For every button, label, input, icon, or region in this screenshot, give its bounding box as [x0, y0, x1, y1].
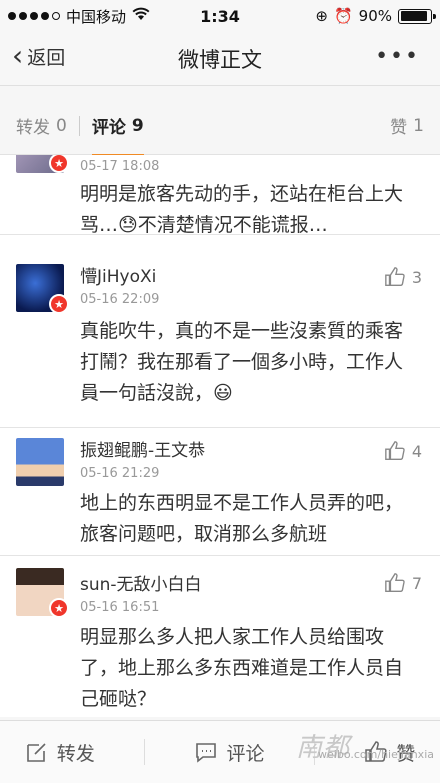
comment-like-count: 4 — [411, 441, 422, 461]
comment-text: 明明是旅客先动的手，还站在柜台上大骂…😓不清楚情况不能谎报… — [80, 183, 404, 236]
thumbs-up-icon — [384, 441, 405, 460]
tab-comment-count: 9 — [131, 115, 144, 136]
avatar[interactable] — [16, 438, 64, 486]
comment-like-count: 3 — [411, 267, 422, 287]
comment-time: 05-17 18:08 — [80, 159, 160, 174]
tab-comment[interactable]: 评论 9 — [91, 113, 144, 157]
battery-icon — [398, 8, 436, 24]
tab-like-count: 1 — [413, 115, 424, 136]
verified-badge-icon: ★ — [49, 294, 69, 314]
comment-item: ★ 05-17 18:08 明明是旅客先动的手，还站在柜台上大骂…😓不清楚情况不… — [0, 155, 440, 236]
comment-list[interactable]: ★ 05-17 18:08 明明是旅客先动的手，还站在柜台上大骂…😓不清楚情况不… — [0, 155, 440, 717]
comment-time: 05-16 22:09 — [80, 292, 160, 307]
comment-username[interactable]: 振翅鲲鹏-王文恭 — [80, 436, 205, 461]
edit-icon — [26, 743, 46, 762]
comment-like-button[interactable]: 3 — [384, 266, 422, 288]
verified-badge-icon: ★ — [49, 155, 69, 173]
comment-text: 明显那么多人把人家工作人员给围攻了，地上那么多东西难道是工作人员自己砸哒？ — [80, 626, 404, 710]
toolbar-divider — [144, 739, 146, 765]
comment-label: 评论 — [226, 742, 265, 765]
comment-username[interactable]: sun-无敌小白白 — [80, 570, 202, 595]
comment-username[interactable]: 懵JiHyoXi — [80, 262, 156, 287]
status-bar: 中国移动 1:34 ⊕ ⏰ 90% — [0, 0, 440, 32]
thumbs-up-icon — [384, 573, 405, 592]
comment-like-count: 7 — [411, 573, 422, 593]
tab-like[interactable]: 赞 1 — [390, 113, 424, 139]
comment-text: 地上的东西明显不是工作人员弄的吧，旅客问题吧，取消那么多航班 — [80, 492, 404, 545]
battery-percent: 90% — [358, 7, 392, 25]
page-title: 微博正文 — [178, 48, 262, 72]
tab-divider — [78, 115, 80, 136]
watermark-text: weibo.com/hiejianxia — [318, 748, 434, 761]
comment-item: 振翅鲲鹏-王文恭 05-16 21:29 4 地上的东西明显不是工作人员弄的吧，… — [0, 428, 440, 556]
navigation-bar: ‹ 返回 微博正文 ••• — [0, 32, 440, 86]
comment-like-button[interactable]: 4 — [384, 440, 422, 462]
comment-text: 真能吹牛，真的不是一些沒素質的乘客打鬧？我在那看了一個多小時，工作人員一句話沒說… — [80, 320, 404, 404]
thumbs-up-icon — [384, 267, 405, 286]
comment-like-button[interactable]: 7 — [384, 572, 422, 594]
tab-repost[interactable]: 转发 0 — [16, 113, 67, 139]
tab-repost-label: 转发 — [16, 118, 50, 138]
tab-repost-count: 0 — [56, 115, 67, 136]
comment-button[interactable]: 评论 — [194, 739, 265, 766]
alarm-icon: ⏰ — [333, 7, 353, 25]
repost-button[interactable]: 转发 — [25, 739, 95, 766]
comment-time: 05-16 21:29 — [80, 466, 160, 481]
verified-badge-icon: ★ — [49, 598, 69, 618]
comment-item: ★ 懵JiHyoXi 05-16 22:09 3 真能吹牛，真的不是一些沒素質的… — [0, 252, 440, 428]
rotation-lock-icon: ⊕ — [315, 7, 328, 25]
tab-like-label: 赞 — [390, 118, 408, 138]
more-options-button[interactable]: ••• — [375, 44, 420, 69]
comment-item: ★ sun-无敌小白白 05-16 16:51 7 明显那么多人把人家工作人员给… — [0, 556, 440, 717]
comment-time: 05-16 16:51 — [80, 600, 160, 615]
comment-icon — [196, 743, 217, 763]
tab-comment-label: 评论 — [91, 118, 126, 138]
repost-label: 转发 — [56, 742, 95, 765]
tab-bar: 转发 0 评论 9 赞 1 — [0, 97, 440, 157]
